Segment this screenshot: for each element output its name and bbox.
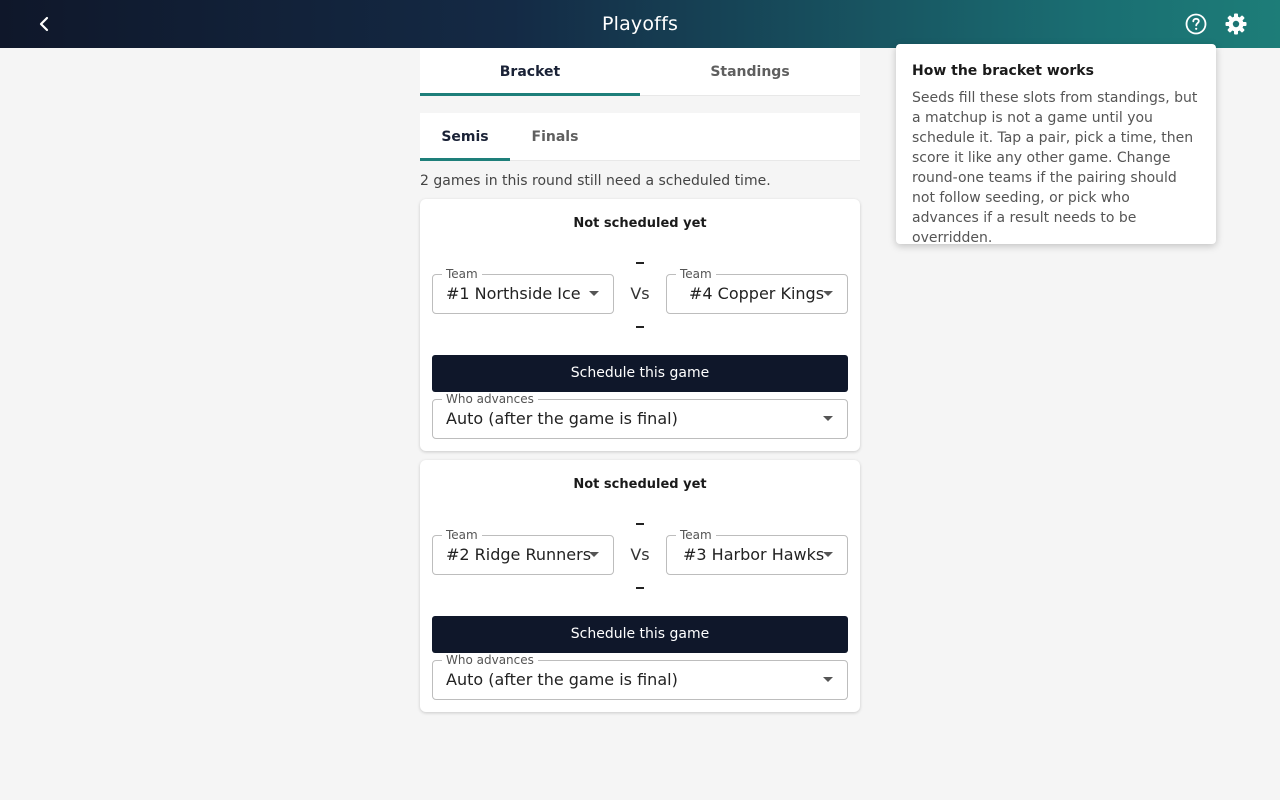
help-button[interactable] xyxy=(1180,8,1212,40)
schedule-game-button[interactable]: Schedule this game xyxy=(432,355,848,392)
round-note: 2 games in this round still need a sched… xyxy=(420,173,771,189)
schedule-status: Not scheduled yet xyxy=(573,477,707,492)
bracket-panel: Bracket Standings Semis Finals 2 games i… xyxy=(420,48,860,712)
tab-standings[interactable]: Standings xyxy=(640,48,860,95)
settings-button[interactable] xyxy=(1220,8,1252,40)
main-tabs: Bracket Standings xyxy=(420,48,860,96)
who-advances-value: Auto (after the game is final) xyxy=(446,409,678,428)
app-bar: Playoffs xyxy=(0,0,1280,48)
matchup-row: Team #1 Northside Ice Vs Team #4 Copper … xyxy=(432,237,848,337)
caret-down-icon xyxy=(589,291,599,296)
caret-down-icon xyxy=(823,291,833,296)
vs-label: Vs xyxy=(630,284,650,303)
help-circle-icon xyxy=(1185,13,1207,35)
team-select-value: #4 Copper Kings xyxy=(689,284,825,303)
page-title: Playoffs xyxy=(601,13,679,35)
popover-title: How the bracket works xyxy=(912,63,1094,79)
tab-finals[interactable]: Finals xyxy=(510,113,600,160)
matchup-card: Not scheduled yet Team #1 Northside Ice … xyxy=(420,199,860,451)
matchup-card: Not scheduled yet Team #2 Ridge Runners … xyxy=(420,460,860,712)
score-placeholder xyxy=(636,587,644,589)
team-select-value: #1 Northside Ice xyxy=(446,284,581,303)
tab-bracket[interactable]: Bracket xyxy=(420,48,640,96)
score-placeholder xyxy=(636,262,644,264)
schedule-status: Not scheduled yet xyxy=(573,216,707,231)
gear-icon xyxy=(1225,13,1247,35)
schedule-game-button[interactable]: Schedule this game xyxy=(432,616,848,653)
help-popover: How the bracket works Seeds fill these s… xyxy=(896,44,1216,246)
who-advances-select[interactable]: Who advances Auto (after the game is fin… xyxy=(432,392,848,439)
caret-down-icon xyxy=(823,677,833,682)
popover-body: Seeds fill these slots from standings, b… xyxy=(912,90,1198,246)
caret-down-icon xyxy=(823,416,833,421)
team-select-left[interactable]: Team #1 Northside Ice xyxy=(432,267,614,314)
round-tabs: Semis Finals xyxy=(420,113,860,161)
team-select-value: #2 Ridge Runners xyxy=(446,545,592,564)
score-placeholder xyxy=(636,523,644,525)
who-advances-select[interactable]: Who advances Auto (after the game is fin… xyxy=(432,653,848,700)
score-placeholder xyxy=(636,326,644,328)
team-select-left[interactable]: Team #2 Ridge Runners xyxy=(432,528,614,575)
tab-semis[interactable]: Semis xyxy=(420,113,510,161)
caret-down-icon xyxy=(823,552,833,557)
team-select-right[interactable]: Team #4 Copper Kings xyxy=(666,267,848,314)
matchup-row: Team #2 Ridge Runners Vs Team #3 Harbor … xyxy=(432,498,848,598)
vs-label: Vs xyxy=(630,545,650,564)
team-select-value: #3 Harbor Hawks xyxy=(683,545,825,564)
who-advances-value: Auto (after the game is final) xyxy=(446,670,678,689)
caret-down-icon xyxy=(589,552,599,557)
team-select-right[interactable]: Team #3 Harbor Hawks xyxy=(666,528,848,575)
